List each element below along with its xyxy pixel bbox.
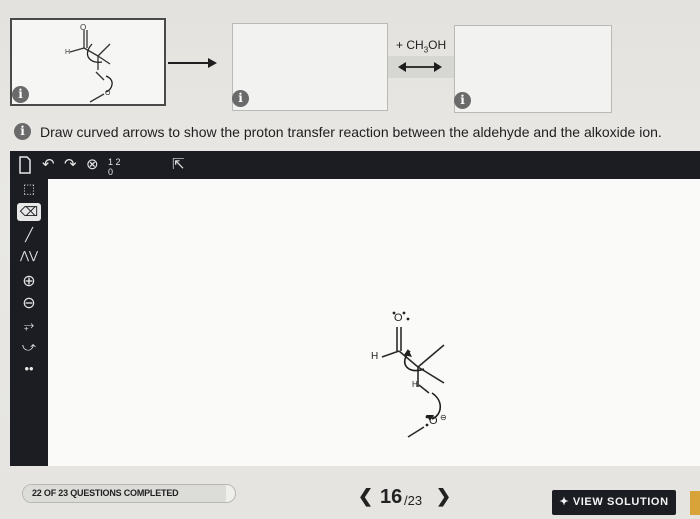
- total-questions: /23: [404, 493, 423, 508]
- progress-bar: 22 OF 23 QUESTIONS COMPLETED: [22, 484, 236, 503]
- carbonyl-oxygen-label: O: [394, 312, 403, 324]
- negative-charge-icon[interactable]: ⊖: [20, 293, 38, 313]
- lasso-select-icon[interactable]: ⬚: [20, 181, 38, 197]
- progress-text: 22 OF 23 QUESTIONS COMPLETED: [32, 488, 179, 498]
- view-solution-button[interactable]: ✦ VIEW SOLUTION: [552, 490, 676, 515]
- screen: O H O i i + CH3OH i i Draw curved arrows…: [0, 0, 700, 519]
- product-box[interactable]: [454, 25, 612, 113]
- edge-tab: [690, 491, 700, 515]
- positive-charge-icon[interactable]: ⊕: [20, 271, 38, 291]
- intermediate-box[interactable]: [232, 23, 388, 111]
- chain-icon[interactable]: ⋀⋁: [20, 249, 38, 262]
- curved-arrow-plus-icon[interactable]: ⥅: [20, 317, 38, 333]
- question-pager: ❮ 16 /23 ❯: [352, 484, 462, 510]
- equilibrium-arrow-icon: [398, 62, 442, 72]
- alkoxide-oxygen-label: O: [429, 415, 438, 427]
- drawing-canvas[interactable]: O H H O ⊖: [48, 179, 700, 466]
- redo-icon[interactable]: ↷: [64, 155, 77, 175]
- current-question-number: 16: [380, 486, 403, 508]
- reactant-box[interactable]: O H O: [10, 18, 166, 106]
- molecule-structure: [381, 311, 445, 438]
- question-text: Draw curved arrows to show the proton tr…: [40, 124, 662, 140]
- aldehyde-hydrogen-label: H: [371, 351, 379, 362]
- single-bond-icon[interactable]: ╱: [20, 227, 38, 243]
- zoom-reset-icon[interactable]: ⊗: [86, 155, 99, 175]
- numbering-icon[interactable]: 1 2 0: [108, 157, 124, 177]
- svg-text:H: H: [65, 49, 70, 56]
- forward-arrow-icon: [168, 58, 217, 68]
- new-document-icon[interactable]: [18, 156, 32, 174]
- info-icon[interactable]: i: [454, 92, 471, 109]
- svg-text:O: O: [80, 23, 86, 32]
- info-icon[interactable]: i: [14, 123, 31, 140]
- reagent-label: + CH3OH: [396, 38, 447, 55]
- undo-icon[interactable]: ↶: [42, 155, 55, 175]
- info-icon[interactable]: i: [232, 90, 249, 107]
- drawing-toolbar: ↶ ↷ ⊗ 1 2 0 ⇱: [10, 151, 700, 179]
- svg-text:O: O: [105, 90, 111, 97]
- negative-charge-label: ⊖: [440, 413, 447, 422]
- lone-pair-icon[interactable]: ••: [20, 361, 38, 376]
- select-cursor-icon[interactable]: ⇱: [172, 155, 185, 175]
- curved-arrow-icon[interactable]: ⤻: [20, 339, 38, 355]
- previous-question-button[interactable]: ❮: [358, 486, 373, 507]
- tool-sidebar: ⬚ ⌫ ╱ ⋀⋁ ⊕ ⊖ ⥅ ⤻ ••: [10, 179, 48, 466]
- next-question-button[interactable]: ❯: [436, 486, 451, 507]
- reactant-structure: O H O: [65, 23, 113, 103]
- alpha-hydrogen-label: H: [412, 380, 418, 389]
- eraser-icon[interactable]: ⌫: [17, 203, 41, 221]
- info-icon[interactable]: i: [12, 86, 29, 103]
